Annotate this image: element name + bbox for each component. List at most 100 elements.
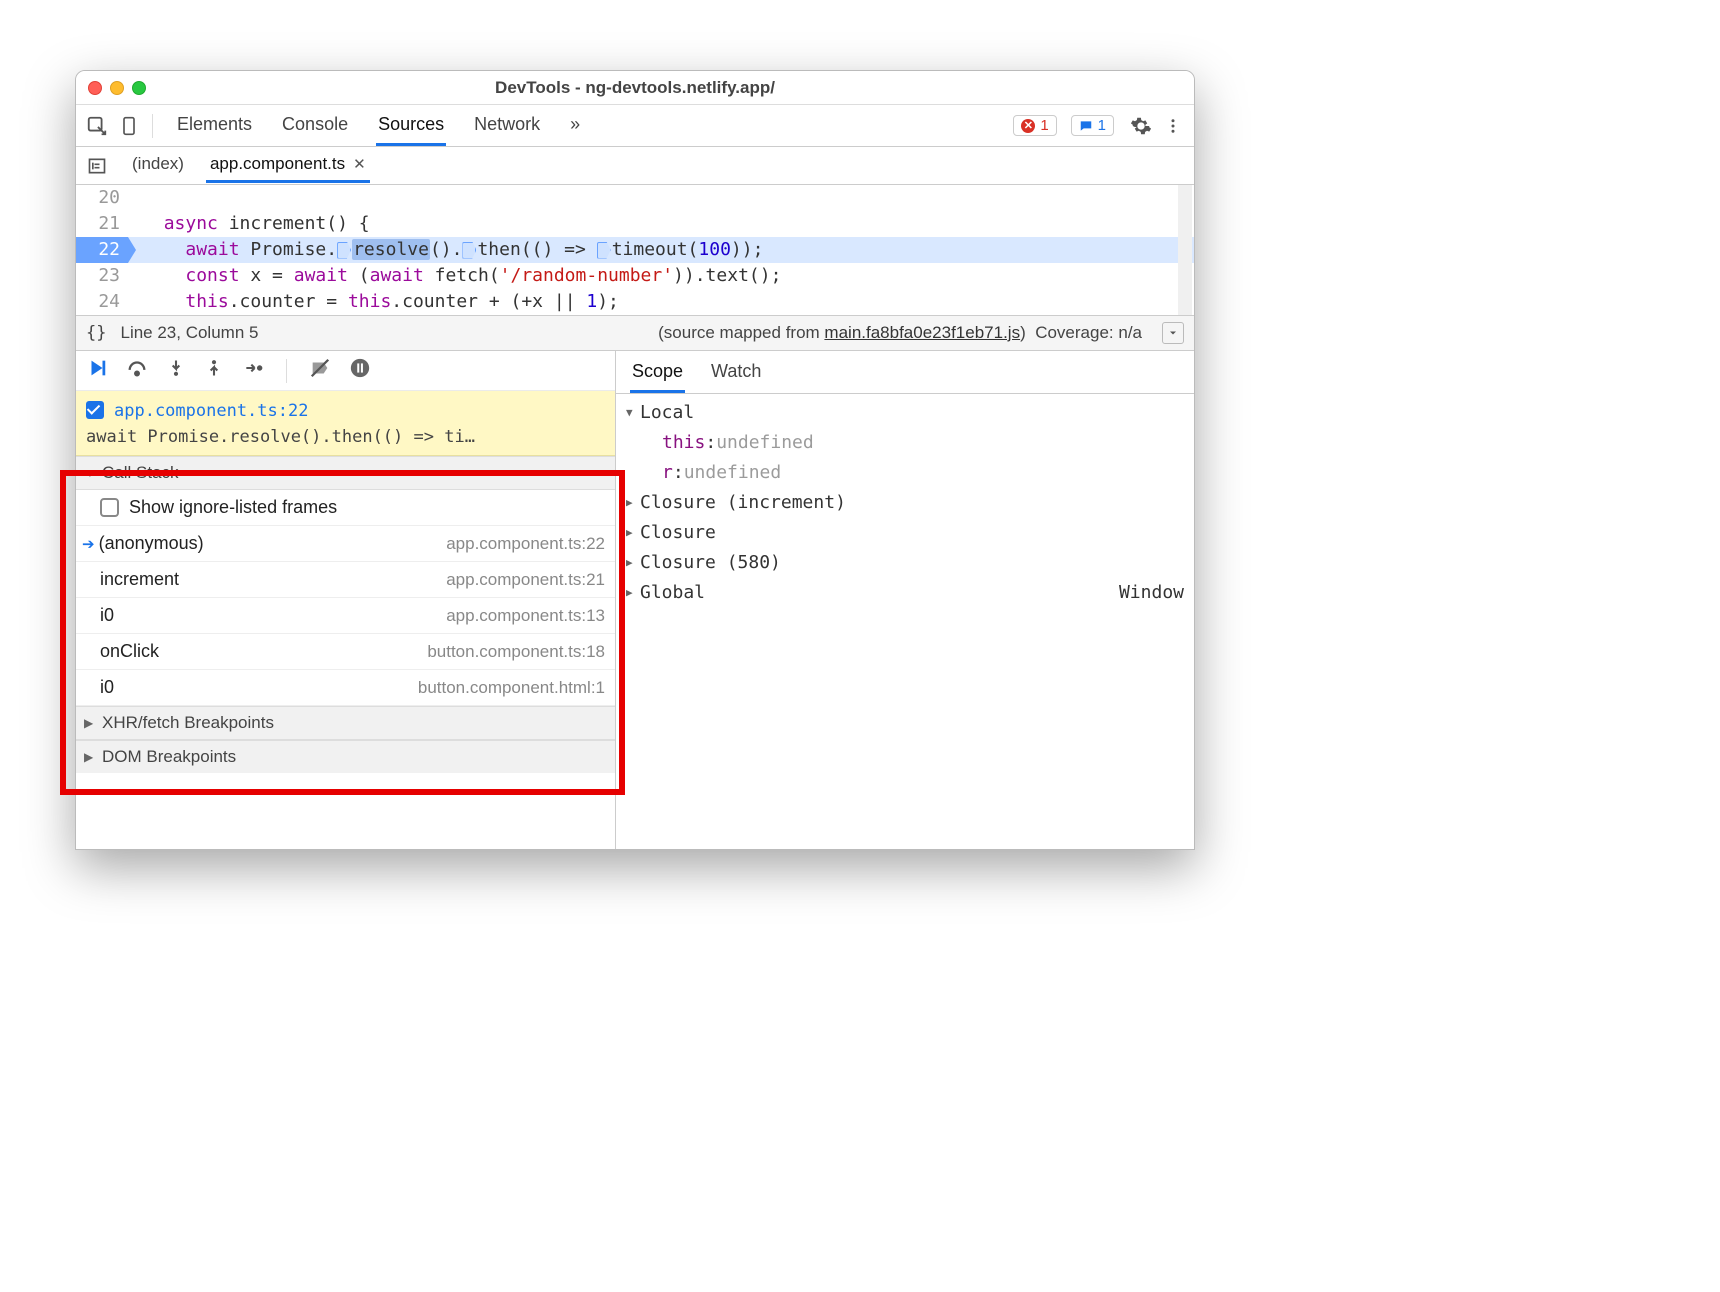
- chevron-right-icon: ▶: [84, 750, 96, 764]
- titlebar: DevTools - ng-devtools.netlify.app/: [76, 71, 1194, 105]
- resume-icon[interactable]: [86, 357, 108, 384]
- callstack-frame[interactable]: onClick button.component.ts:18: [76, 634, 615, 670]
- section-callstack[interactable]: ▼ Call Stack: [76, 456, 615, 490]
- right-debug-pane: Scope Watch ▼Local this: undefined r: un…: [616, 351, 1194, 849]
- chevron-right-icon: ▶: [626, 488, 640, 518]
- scrollbar[interactable]: [1178, 185, 1192, 315]
- callstack-frame[interactable]: ➔ (anonymous) app.component.ts:22: [76, 526, 615, 562]
- tab-console[interactable]: Console: [280, 106, 350, 146]
- file-tab-index[interactable]: (index): [128, 148, 188, 183]
- devtools-toolbar: Elements Console Sources Network » ✕ 1 1: [76, 105, 1194, 147]
- code-line-current: await Promise.resolve().then(() => timeo…: [128, 237, 1194, 263]
- close-tab-icon[interactable]: ✕: [353, 155, 366, 173]
- breakpoint-checkbox[interactable]: [86, 401, 104, 419]
- scope-watch-tabs: Scope Watch: [616, 351, 1194, 394]
- pretty-print-icon[interactable]: {}: [86, 323, 106, 343]
- callstack-frame[interactable]: i0 button.component.html:1: [76, 670, 615, 706]
- line-number: 23: [76, 263, 128, 289]
- tab-network[interactable]: Network: [472, 106, 542, 146]
- separator: [286, 359, 287, 383]
- file-tab-label: (index): [132, 154, 184, 174]
- line-number: 21: [76, 211, 128, 237]
- line-number: 24: [76, 289, 128, 315]
- scope-closure[interactable]: ▶Closure: [626, 518, 1184, 548]
- window-title: DevTools - ng-devtools.netlify.app/: [76, 78, 1194, 98]
- section-xhr-breakpoints[interactable]: ▶ XHR/fetch Breakpoints: [76, 706, 615, 740]
- error-count-badge[interactable]: ✕ 1: [1013, 115, 1056, 136]
- navigator-toggle-icon[interactable]: [84, 153, 110, 179]
- checkbox-label: Show ignore-listed frames: [129, 497, 337, 518]
- tab-elements[interactable]: Elements: [175, 106, 254, 146]
- chevron-right-icon: ▶: [626, 548, 640, 578]
- code-editor[interactable]: 20 21 async increment() { 22 await Promi…: [76, 185, 1194, 315]
- step-marker-icon: [462, 242, 476, 259]
- scope-tree: ▼Local this: undefined r: undefined ▶Clo…: [616, 394, 1194, 612]
- line-number-current: 22: [76, 237, 128, 263]
- callstack-frame[interactable]: i0 app.component.ts:13: [76, 598, 615, 634]
- step-marker-icon: [337, 242, 351, 259]
- tab-sources[interactable]: Sources: [376, 106, 446, 146]
- coverage-info: Coverage: n/a: [1035, 323, 1142, 342]
- tab-scope[interactable]: Scope: [630, 357, 685, 393]
- section-dom-breakpoints[interactable]: ▶ DOM Breakpoints: [76, 740, 615, 773]
- code-line: this.counter = this.counter + (+x || 1);: [128, 289, 1194, 315]
- step-icon[interactable]: [242, 358, 264, 383]
- editor-statusbar: {} Line 23, Column 5 (source mapped from…: [76, 315, 1194, 351]
- step-over-icon[interactable]: [126, 357, 148, 384]
- frame-location: button.component.html:1: [418, 678, 605, 698]
- frame-name: onClick: [100, 641, 159, 662]
- pause-on-exceptions-icon[interactable]: [349, 357, 371, 384]
- sourcemap-link[interactable]: main.fa8bfa0e23f1eb71.js: [824, 323, 1020, 342]
- breakpoint-location[interactable]: app.component.ts:22: [114, 401, 308, 421]
- tab-overflow[interactable]: »: [568, 106, 582, 146]
- callstack-frame[interactable]: increment app.component.ts:21: [76, 562, 615, 598]
- step-marker-icon: [597, 242, 611, 259]
- left-debug-pane: app.component.ts:22 await Promise.resolv…: [76, 351, 616, 849]
- status-dropdown-icon[interactable]: [1162, 322, 1184, 344]
- debug-toolbar: [76, 351, 615, 391]
- scope-var-r[interactable]: r: undefined: [626, 458, 1184, 488]
- file-tabs: (index) app.component.ts ✕: [76, 147, 1194, 185]
- frame-name: i0: [100, 677, 114, 698]
- scope-closure[interactable]: ▶Closure (increment): [626, 488, 1184, 518]
- scope-global[interactable]: ▶GlobalWindow: [626, 578, 1184, 608]
- current-frame-icon: ➔: [82, 535, 95, 553]
- frame-name: (anonymous): [99, 533, 204, 554]
- tab-watch[interactable]: Watch: [709, 357, 763, 393]
- debugger-pane: app.component.ts:22 await Promise.resolv…: [76, 351, 1194, 849]
- scope-local[interactable]: ▼Local: [626, 398, 1184, 428]
- deactivate-breakpoints-icon[interactable]: [309, 357, 331, 384]
- scope-closure[interactable]: ▶Closure (580): [626, 548, 1184, 578]
- frame-name: increment: [100, 569, 179, 590]
- issues-count-badge[interactable]: 1: [1071, 115, 1114, 136]
- file-tab-active[interactable]: app.component.ts ✕: [206, 148, 370, 183]
- message-icon: [1079, 119, 1093, 133]
- code-line: [128, 185, 1194, 211]
- frame-location: app.component.ts:22: [446, 534, 605, 554]
- step-into-icon[interactable]: [166, 358, 186, 383]
- checkbox-icon[interactable]: [100, 498, 119, 517]
- step-out-icon[interactable]: [204, 358, 224, 383]
- scope-var-this[interactable]: this: undefined: [626, 428, 1184, 458]
- chevron-right-icon: ▶: [626, 518, 640, 548]
- settings-gear-icon[interactable]: [1128, 113, 1154, 139]
- breakpoint-banner: app.component.ts:22 await Promise.resolv…: [76, 391, 615, 456]
- error-icon: ✕: [1021, 119, 1035, 133]
- show-ignore-listed-toggle[interactable]: Show ignore-listed frames: [76, 490, 615, 526]
- chevron-right-icon: ▶: [84, 716, 96, 730]
- issues-count: 1: [1098, 117, 1106, 134]
- inspect-element-icon[interactable]: [84, 113, 110, 139]
- kebab-menu-icon[interactable]: [1160, 113, 1186, 139]
- frame-name: i0: [100, 605, 114, 626]
- code-line: const x = await (await fetch('/random-nu…: [128, 263, 1194, 289]
- chevron-down-icon: ▼: [84, 466, 96, 480]
- section-title: Call Stack: [102, 463, 179, 483]
- breakpoint-snippet: await Promise.resolve().then(() => ti…: [86, 427, 475, 447]
- line-number: 20: [76, 185, 128, 211]
- code-line: async increment() {: [128, 211, 1194, 237]
- device-toolbar-icon[interactable]: [116, 113, 142, 139]
- chevron-right-icon: ▶: [626, 578, 640, 608]
- section-title: XHR/fetch Breakpoints: [102, 713, 274, 733]
- section-title: DOM Breakpoints: [102, 747, 236, 767]
- frame-location: app.component.ts:21: [446, 570, 605, 590]
